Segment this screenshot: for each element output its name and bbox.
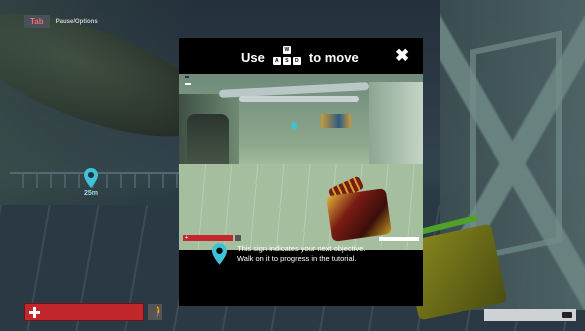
wasd-keys-icon: W A S D [272, 46, 301, 68]
tab-key[interactable]: Tab [24, 15, 50, 28]
preview-pipe [239, 96, 359, 102]
preview-gun [326, 188, 392, 242]
key-w: W [282, 46, 291, 54]
preview-health-plus-icon: + [185, 235, 188, 241]
preview-barrels [321, 114, 351, 128]
location-pin-icon [212, 243, 227, 265]
modal-header: Use W A S D to move ✖ [179, 38, 423, 74]
pause-hint: Tab Pause/Options [24, 15, 98, 28]
close-icon: ✖ [395, 46, 410, 65]
objective-distance: 25m [83, 190, 98, 197]
preview-notice [185, 83, 191, 85]
preview-stance [235, 235, 241, 241]
close-button[interactable]: ✖ [395, 46, 410, 65]
key-a: A [272, 57, 281, 65]
key-s: S [282, 57, 291, 65]
ammo-bar [484, 309, 576, 321]
preview-tab-key [185, 76, 189, 78]
instruction-row: This sign indicates your next objective.… [212, 243, 412, 265]
location-pin-icon [84, 168, 98, 188]
tutorial-modal: Use W A S D to move ✖ + This sign indica… [179, 38, 423, 306]
health-plus-icon [29, 307, 40, 318]
health-bar [24, 303, 144, 321]
stance-indicator: 🚶 [148, 304, 166, 320]
title-suffix: to move [308, 49, 359, 65]
pause-options-label: Pause/Options [55, 18, 98, 25]
modal-title: Use W A S D to move [241, 46, 359, 68]
preview-ammo-bar [379, 237, 419, 241]
objective-marker: 25m [81, 168, 101, 197]
instruction-line-2: Walk on it to progress in the tutorial. [237, 254, 357, 263]
instruction-text: This sign indicates your next objective.… [237, 244, 365, 264]
gun-icon [562, 312, 572, 318]
preview-location-pin-icon [291, 122, 297, 131]
title-prefix: Use [241, 49, 265, 65]
key-d: D [292, 57, 301, 65]
tutorial-preview-image: + [179, 74, 423, 250]
standing-figure-icon: 🚶 [152, 306, 166, 318]
preview-health-bar [183, 235, 233, 241]
preview-tab-hint [185, 76, 192, 78]
instruction-line-1: This sign indicates your next objective. [237, 244, 366, 253]
